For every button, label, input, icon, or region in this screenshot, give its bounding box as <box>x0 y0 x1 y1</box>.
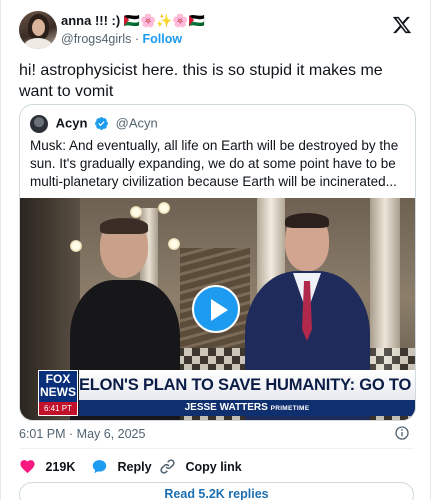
author-avatar[interactable] <box>19 11 57 49</box>
video-player[interactable]: FOX NEWS 6:41 PT ELON'S PLAN TO SAVE HUM… <box>20 198 415 420</box>
tweet-meta: 6:01 PM · May 6, 2025 <box>19 426 414 442</box>
follow-button[interactable]: Follow <box>143 32 183 46</box>
reply-button[interactable]: Reply <box>91 456 152 476</box>
heart-icon <box>20 460 35 474</box>
play-icon <box>211 299 228 321</box>
broadcast-clock: 6:41 PT <box>39 402 77 415</box>
quoted-author-handle[interactable]: @Acyn <box>116 116 158 131</box>
quoted-tweet[interactable]: Acyn @Acyn Musk: And eventually, all lif… <box>19 104 416 421</box>
verified-badge-icon <box>95 117 108 130</box>
quoted-tweet-header: Acyn @Acyn <box>30 113 158 133</box>
network-logo-bottom: NEWS <box>40 385 76 399</box>
quoted-author-name[interactable]: Acyn <box>56 116 88 131</box>
fox-news-logo: FOX NEWS 6:41 PT <box>38 370 78 416</box>
chyron-headline: ELON'S PLAN TO SAVE HUMANITY: GO TO MARS <box>79 370 415 400</box>
divider <box>19 448 414 449</box>
action-bar: 219K Reply Copy link <box>19 456 414 476</box>
separator-dot: · <box>134 32 140 46</box>
author-display-name[interactable]: anna !!! :) 🇵🇸🌸✨🌸🇵🇸 <box>61 13 205 29</box>
tweet-text: hi! astrophysicist here. this is so stup… <box>19 62 383 100</box>
reply-label: Reply <box>117 459 152 474</box>
read-replies-button[interactable]: Read 5.2K replies <box>19 482 414 500</box>
x-logo-icon[interactable] <box>392 15 412 35</box>
show-tag: PRIMETIME <box>270 405 310 412</box>
chyron-show: JESSE WATTERS PRIMETIME <box>79 400 415 416</box>
info-icon[interactable] <box>394 425 410 441</box>
video-chandelier-light <box>158 202 170 214</box>
news-chyron: FOX NEWS 6:41 PT ELON'S PLAN TO SAVE HUM… <box>38 370 415 416</box>
copy-link-label: Copy link <box>185 459 242 474</box>
author-handle[interactable]: @frogs4girls <box>61 32 131 46</box>
copy-link-button[interactable]: Copy link <box>159 456 242 476</box>
quoted-tweet-text: Musk: And eventually, all life on Earth … <box>30 138 399 189</box>
tweet-card: anna !!! :) 🇵🇸🌸✨🌸🇵🇸 @frogs4girls · Follo… <box>0 0 431 500</box>
quoted-author-avatar[interactable] <box>30 114 48 133</box>
author-handle-row: @frogs4girls · Follow <box>61 31 205 47</box>
like-button[interactable]: 219K <box>19 456 75 476</box>
video-chandelier-light <box>130 206 142 218</box>
reply-bubble-icon <box>92 460 107 474</box>
play-button[interactable] <box>192 285 240 333</box>
like-count: 219K <box>45 459 76 474</box>
tweet-header: anna !!! :) 🇵🇸🌸✨🌸🇵🇸 @frogs4girls · Follo… <box>19 11 416 51</box>
link-icon <box>160 459 175 474</box>
author-info: anna !!! :) 🇵🇸🌸✨🌸🇵🇸 @frogs4girls · Follo… <box>61 13 205 47</box>
tweet-timestamp[interactable]: 6:01 PM · May 6, 2025 <box>19 427 145 441</box>
show-name: JESSE WATTERS <box>184 402 268 413</box>
